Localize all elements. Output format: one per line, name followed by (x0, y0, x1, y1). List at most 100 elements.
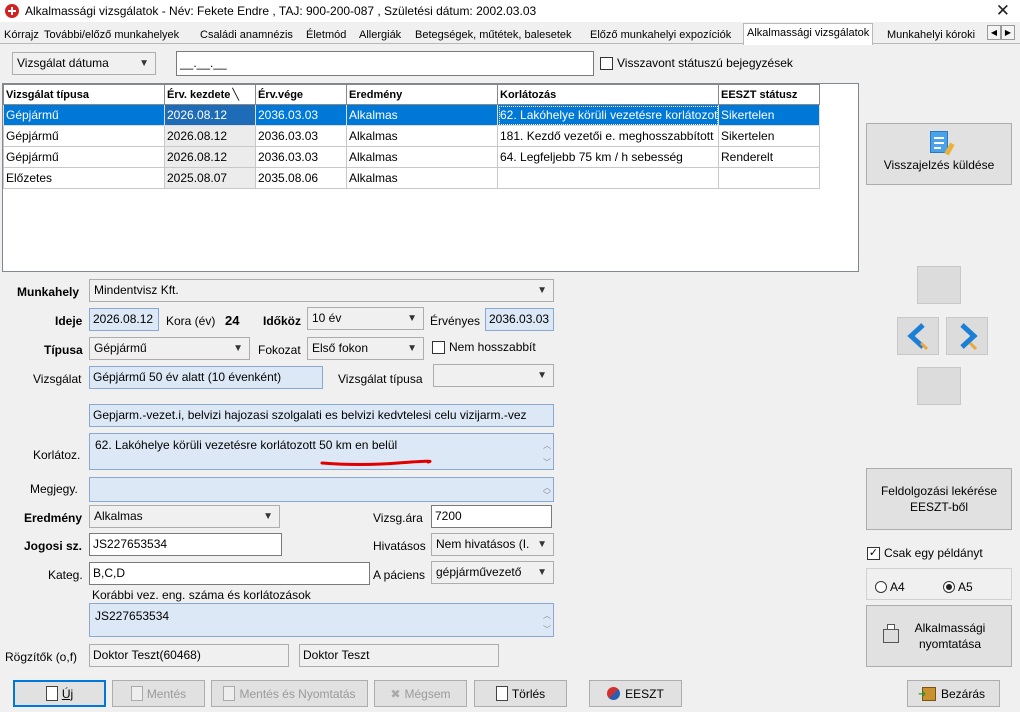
col-korlatozas[interactable]: Korlátozás (497, 84, 719, 105)
chevron-down-icon: ▼ (537, 370, 547, 381)
new-button[interactable]: Új (13, 680, 106, 707)
scroll-up-icon[interactable]: ︿ (543, 437, 551, 455)
table-row[interactable]: Gépjármű 2026.08.12 2036.03.03 Alkalmas … (3, 125, 820, 147)
rogzitok-label: Rögzítők (o,f) (5, 650, 78, 664)
cell: 2036.03.03 (255, 125, 347, 147)
a4-radio[interactable] (875, 581, 887, 593)
save-print-button[interactable]: Mentés és Nyomtatás (211, 680, 368, 707)
munkahely-combo[interactable]: Mindentvisz Kft. ▼ (89, 279, 554, 302)
cell: Sikertelen (718, 125, 820, 147)
eeszt-fetch-button[interactable]: Feldolgozási lekérése EESZT-ből (866, 468, 1012, 530)
delete-button[interactable]: Törlés (474, 680, 567, 707)
tab-alkalmassagi[interactable]: Alkalmassági vizsgálatok (743, 23, 874, 45)
single-copy-checkbox[interactable]: ✓ (867, 546, 880, 560)
revoked-label: Visszavont státuszú bejegyzések (617, 56, 793, 70)
chevron-down-icon: ▼ (537, 285, 547, 296)
idokoz-combo[interactable]: 10 év ▼ (307, 307, 424, 330)
kateg-field[interactable]: B,C,D (89, 562, 370, 585)
tab-scroll-right-icon[interactable]: ▶ (1001, 25, 1015, 40)
tab-scroll-left-icon[interactable]: ◀ (987, 25, 1001, 40)
eeszt-icon (607, 687, 621, 700)
ideje-field[interactable]: 2026.08.12 (89, 308, 159, 331)
delete-button-label: Törlés (511, 686, 546, 701)
eeszt-button[interactable]: EESZT (589, 680, 682, 707)
cancel-button[interactable]: ✖ Mégsem (374, 680, 467, 707)
date-filter-combo[interactable]: Vizsgálat dátuma ▼ (12, 52, 156, 75)
table-row[interactable]: Előzetes 2025.08.07 2035.08.06 Alkalmas (3, 167, 820, 189)
feedback-button-label: Visszajelzés küldése (883, 158, 995, 172)
tipusa-combo[interactable]: Gépjármű ▼ (89, 337, 250, 360)
print-button[interactable]: Alkalmassági nyomtatása (866, 605, 1012, 667)
tab-strip: Kórrajz További/előző munkahelyek Család… (0, 23, 1020, 45)
cell: Sikertelen (718, 104, 820, 126)
a5-radio[interactable] (943, 581, 955, 593)
close-icon[interactable]: ✕ (996, 1, 1010, 21)
vizsg-ara-label: Vizsg.ára (373, 511, 423, 525)
revoked-checkbox[interactable] (600, 56, 613, 70)
tab-tovabbi-munkahelyek[interactable]: További/előző munkahelyek (40, 25, 183, 44)
nem-hosszabbit-toggle[interactable]: Nem hosszabbít (432, 340, 536, 354)
exam-grid[interactable]: Vizsgálat típusa Érv. kezdete ╲ Érv.vége … (2, 83, 859, 272)
col-erv-vege[interactable]: Érv.vége (255, 84, 347, 105)
scroll-down-icon[interactable]: ﹀ (543, 454, 551, 469)
printer-icon (883, 624, 899, 643)
vizsgalat-field[interactable]: Gépjármű 50 év alatt (10 évenként) (89, 366, 323, 389)
sort-desc-icon: ╲ (232, 89, 240, 101)
cell: Alkalmas (346, 167, 498, 189)
date-filter-input[interactable]: __.__.__ (176, 51, 594, 76)
info-line-field[interactable]: Gepjarm.-vezet.i, belvizi hajozasi szolg… (89, 404, 554, 427)
megjegy-field[interactable]: ︿ ﹀ (89, 477, 554, 502)
col-erv-kezdete[interactable]: Érv. kezdete ╲ (164, 84, 256, 105)
tab-csaladi-anamnezis[interactable]: Családi anamnézis (196, 25, 297, 44)
col-vizsgalat-tipusa[interactable]: Vizsgálat típusa (3, 84, 165, 105)
prev-arrow-icon[interactable] (897, 317, 939, 355)
chevron-down-icon: ▼ (263, 511, 273, 522)
single-copy-toggle[interactable]: ✓ Csak egy példányt (867, 546, 983, 560)
kateg-label: Kateg. (48, 568, 83, 582)
new-doc-icon (45, 686, 58, 701)
jogosi-field[interactable]: JS227653534 (89, 533, 282, 556)
save-button[interactable]: Mentés (112, 680, 205, 707)
tab-eletmod[interactable]: Életmód (302, 25, 350, 44)
chevron-down-icon: ▼ (537, 539, 547, 550)
paper-size-group: A4 A5 (866, 568, 1012, 600)
eredmeny-combo[interactable]: Alkalmas ▼ (89, 505, 280, 528)
tab-munkahelyi-koroki[interactable]: Munkahelyi kóroki (883, 25, 985, 44)
close-button[interactable]: ➜ Bezárás (907, 680, 1000, 707)
hivatasos-combo[interactable]: Nem hivatásos (I. ▼ (431, 533, 554, 556)
paciens-combo[interactable]: gépjárművezető ▼ (431, 561, 554, 584)
tab-expoziciok[interactable]: Előző munkahelyi expozíciók (586, 25, 735, 44)
cell: 2025.08.07 (164, 167, 256, 189)
chevron-down-icon: ▼ (537, 567, 547, 578)
a4-option[interactable]: A4 (875, 580, 905, 594)
tab-betegsegek[interactable]: Betegségek, műtétek, balesetek (411, 25, 576, 44)
fokozat-combo[interactable]: Első fokon ▼ (307, 337, 424, 360)
tab-allergiak[interactable]: Allergiák (355, 25, 405, 44)
paciens-label: A páciens (373, 568, 426, 582)
scroll-down-icon[interactable]: ﹀ (543, 485, 551, 501)
vizsgalat-tipusa-combo[interactable]: ▼ (433, 364, 554, 387)
cell: 2026.08.12 (164, 125, 256, 147)
rogzito-1-field: Doktor Teszt(60468) (89, 644, 289, 667)
feedback-button[interactable]: Visszajelzés küldése (866, 123, 1012, 185)
revoked-toggle[interactable]: Visszavont státuszú bejegyzések (600, 56, 793, 70)
nav-blank-bottom (917, 367, 961, 405)
korabbi-field[interactable]: JS227653534 ︿ ﹀ (89, 603, 554, 637)
nem-hosszabbit-checkbox[interactable] (432, 340, 445, 354)
tab-korrajz[interactable]: Kórrajz (0, 25, 43, 44)
window-title: Alkalmassági vizsgálatok - Név: Fekete E… (25, 4, 537, 18)
table-row[interactable]: Gépjármű 2026.08.12 2036.03.03 Alkalmas … (3, 146, 820, 168)
vizsgalat-label: Vizsgálat (33, 372, 82, 386)
cell: Alkalmas (346, 104, 498, 126)
col-eeszt-status[interactable]: EESZT státusz (718, 84, 820, 105)
table-row[interactable]: Gépjármű 2026.08.12 2036.03.03 Alkalmas … (3, 104, 820, 126)
megjegy-label: Megjegy. (30, 482, 78, 496)
vizsg-ara-field[interactable]: 7200 (431, 505, 552, 528)
ervenyes-field[interactable]: 2036.03.03 (485, 308, 554, 331)
next-arrow-icon[interactable] (946, 317, 988, 355)
scroll-down-icon[interactable]: ﹀ (543, 621, 551, 636)
col-eredmeny[interactable]: Eredmény (346, 84, 498, 105)
a5-option[interactable]: A5 (943, 580, 973, 594)
cancel-button-label: Mégsem (404, 686, 451, 701)
exit-door-icon: ➜ (918, 686, 936, 701)
